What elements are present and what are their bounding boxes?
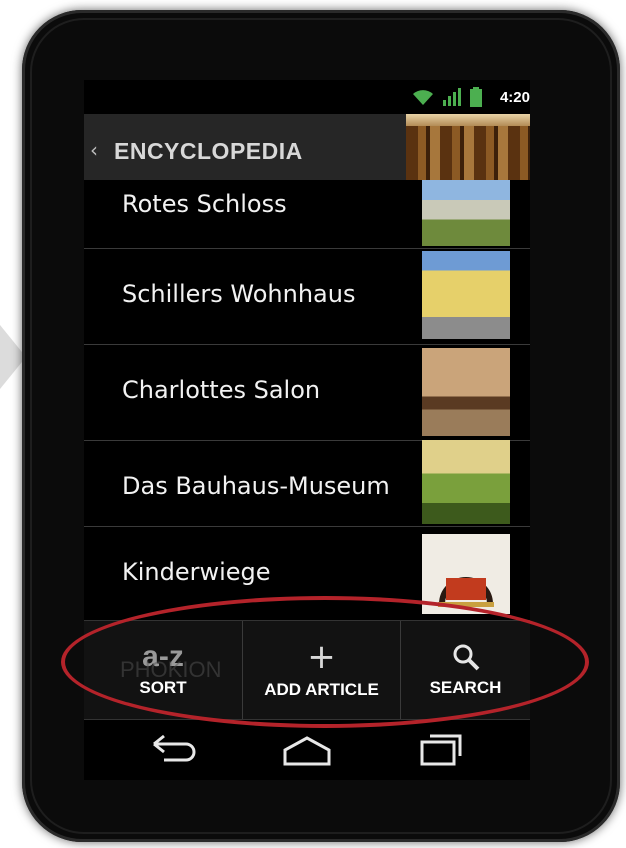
back-icon[interactable] [144,730,204,770]
recent-apps-icon[interactable] [412,730,472,770]
list-item-kinderwiege[interactable]: Kinderwiege [84,526,530,621]
list-item-schillers-wohnhaus[interactable]: Schillers Wohnhaus [84,248,530,345]
list-item-label: Das Bauhaus-Museum [122,472,390,500]
system-nav-bar [84,720,530,780]
sort-button[interactable]: a-z SORT PHOKION [84,621,242,719]
search-button[interactable]: SEARCH [401,621,530,719]
plus-icon: + [307,637,336,677]
list-item-label: Schillers Wohnhaus [122,280,356,308]
status-bar: 4:20 [84,80,530,114]
battery-icon [469,87,482,107]
home-icon[interactable] [277,730,337,770]
books-header-image [406,114,530,180]
list-item-rotes-schloss[interactable]: Rotes Schloss [84,180,530,249]
schillers-wohnhaus-thumbnail [422,251,510,339]
list-item-label: Rotes Schloss [122,190,287,218]
search-label: SEARCH [429,678,502,697]
search-icon [453,644,479,671]
phokion-faded-label: PHOKION [120,657,222,682]
back-chevron-icon[interactable]: ‹ [90,138,98,162]
bauhaus-museum-thumbnail [422,440,510,524]
rotes-schloss-thumbnail [422,180,510,246]
signal-icon [442,88,461,106]
status-time: 4:20 [499,88,530,106]
list-item-bauhaus-museum[interactable]: Das Bauhaus-Museum [84,440,530,527]
action-bar: ‹ ENCYCLOPEDIA [84,114,530,180]
kinderwiege-thumbnail [422,534,510,614]
add-article-button[interactable]: + ADD ARTICLE [243,621,400,719]
wifi-icon [412,90,433,105]
list-item-label: Kinderwiege [122,558,271,586]
list-item-label: Charlottes Salon [122,376,321,404]
action-bar-title[interactable]: ENCYCLOPEDIA [114,138,303,165]
add-article-label: ADD ARTICLE [264,680,379,699]
charlottes-salon-thumbnail [422,348,510,436]
cradle-icon [438,577,494,607]
status-icons: 4:20 [412,86,530,108]
list-item-charlottes-salon[interactable]: Charlottes Salon [84,344,530,441]
bottom-action-bar: a-z SORT PHOKION + ADD ARTICLE SEARCH [84,620,530,720]
app-screen: 4:20 ‹ ENCYCLOPEDIA Rotes Schloss Schill… [84,80,530,780]
